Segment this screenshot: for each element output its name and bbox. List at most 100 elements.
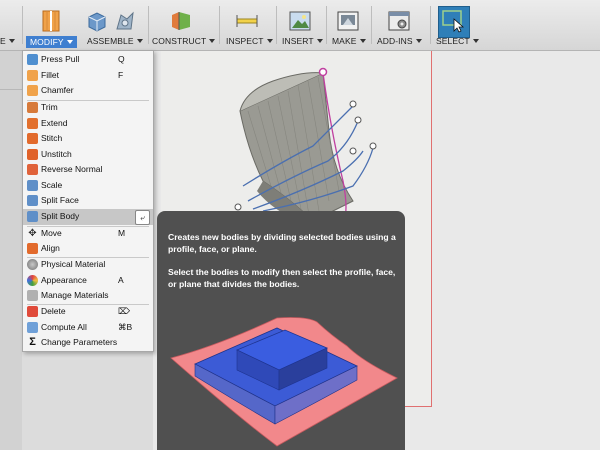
toolbar-separator [148,6,149,44]
menu-item-label: Manage Materials [41,290,109,300]
insert-label: INSERT [282,36,323,46]
toolbar-group-construct[interactable]: CONSTRUCT [152,0,216,50]
construct-label: CONSTRUCT [152,36,216,46]
split-face-icon [27,195,38,206]
menu-item-label: Move [41,227,62,238]
menu-item-physical-material[interactable]: Physical Material [23,257,153,273]
toolbar-group-add-ins[interactable]: ADD-INS [375,0,427,50]
assemble-label: ASSEMBLE [87,36,143,46]
menu-item-shortcut: ⌦ [118,306,131,316]
toolbar-separator [22,6,23,44]
scripts-addins-icon [388,11,410,31]
trim-icon [27,102,38,113]
menu-item-align[interactable]: Align [23,241,153,257]
menu-item-unstitch[interactable]: Unstitch [23,147,153,163]
menu-item-label: Change Parameters [41,337,118,347]
menu-item-label: Reverse Normal [41,164,103,174]
toolbar-group-partial[interactable]: E [0,0,20,50]
chamfer-icon [27,85,38,96]
toolbar-separator [430,6,431,44]
toolbar-separator [276,6,277,44]
menu-item-label: Extend [41,117,68,128]
select-arrow-icon [442,10,465,33]
menu-item-label: Fillet [41,69,59,80]
menu-item-trim[interactable]: Trim [23,100,153,116]
split-body-icon [27,210,38,222]
menu-item-shortcut: ⌘B [118,321,133,332]
menu-item-delete[interactable]: Delete ⌦ [23,304,153,320]
change-parameters-icon: Σ [29,336,36,348]
scale-icon [27,179,38,191]
inspect-label: INSPECT [226,36,273,46]
toolbar-separator [219,6,220,44]
menu-item-label: Align [41,243,60,253]
3d-print-icon [337,11,359,31]
menu-item-label: Split Body [41,210,80,221]
menu-item-manage-materials[interactable]: Manage Materials [23,288,153,304]
menu-item-move[interactable]: ✥ Move M [23,226,153,242]
menu-item-stitch[interactable]: Stitch [23,131,153,147]
toolbar-group-modify[interactable]: MODIFY [25,0,77,50]
menu-item-chamfer[interactable]: Chamfer [23,83,153,99]
menu-item-reverse-normal[interactable]: Reverse Normal [23,162,153,178]
menu-item-shortcut: F [118,69,124,80]
menu-item-compute-all[interactable]: Compute All ⌘B [23,320,153,336]
menu-item-shortcut: Q [118,54,125,64]
joint-icon [116,11,134,30]
menu-item-label: Trim [41,102,58,112]
toolbar-separator [326,6,327,44]
pin-to-toolbar-icon[interactable]: ⤶ [135,209,150,225]
unstitch-icon [27,148,38,160]
browser-panel-strip [0,51,22,450]
modify-label: MODIFY [26,36,77,48]
select-label: SELECT [436,36,479,46]
toolbar-separator [371,6,372,44]
menu-item-split-face[interactable]: Split Face [23,193,153,209]
delete-icon [27,306,38,317]
measure-icon [236,15,258,27]
menu-item-label: Unstitch [41,148,72,159]
toolbar-group-assemble[interactable]: ASSEMBLE [83,0,143,50]
tooltip-description: Creates new bodies by dividing selected … [168,232,396,254]
physical-material-icon [27,259,38,270]
modify-menu: Press Pull Q Fillet F Chamfer Trim Exten… [22,50,154,352]
new-component-icon [88,12,106,32]
menu-item-fillet[interactable]: Fillet F [23,68,153,84]
menu-item-shortcut: M [118,227,126,238]
make-label: MAKE [332,36,366,46]
manage-materials-icon [27,290,38,301]
fillet-icon [27,69,38,81]
modify-icon [42,10,60,32]
move-icon: ✥ [28,227,37,239]
align-icon [27,243,38,254]
menu-item-press-pull[interactable]: Press Pull Q [23,52,153,68]
menu-item-label: Split Face [41,195,79,205]
menu-item-label: Delete [41,306,66,316]
menu-item-extend[interactable]: Extend [23,116,153,132]
menu-item-label: Scale [41,179,63,190]
split-body-tooltip: Creates new bodies by dividing selected … [157,211,405,450]
menu-item-scale[interactable]: Scale [23,178,153,194]
menu-item-label: Appearance [41,274,87,285]
menu-item-change-parameters[interactable]: Σ Change Parameters [23,335,153,351]
add-ins-label: ADD-INS [377,36,422,46]
compute-all-icon [27,321,38,333]
appearance-icon [27,274,38,286]
menu-item-label: Compute All [41,321,87,332]
extend-icon [27,117,38,129]
menu-item-appearance[interactable]: Appearance A [23,273,153,289]
stitch-icon [27,133,38,144]
menu-item-split-body[interactable]: Split Body ⤶ [23,208,153,225]
menu-item-shortcut: A [118,274,124,285]
construct-plane-icon [172,12,190,30]
tooltip-instruction: Select the bodies to modify then select … [168,267,396,289]
toolbar-group-insert[interactable]: INSERT [280,0,324,50]
press-pull-icon [27,54,38,65]
split-body-illustration [170,317,398,447]
insert-image-icon [289,11,311,31]
menu-item-label: Physical Material [41,259,106,269]
toolbar-group-make[interactable]: MAKE [330,0,368,50]
menu-item-label: Chamfer [41,85,74,95]
toolbar-group-select[interactable]: SELECT [434,0,479,50]
toolbar-group-inspect[interactable]: INSPECT [223,0,273,50]
